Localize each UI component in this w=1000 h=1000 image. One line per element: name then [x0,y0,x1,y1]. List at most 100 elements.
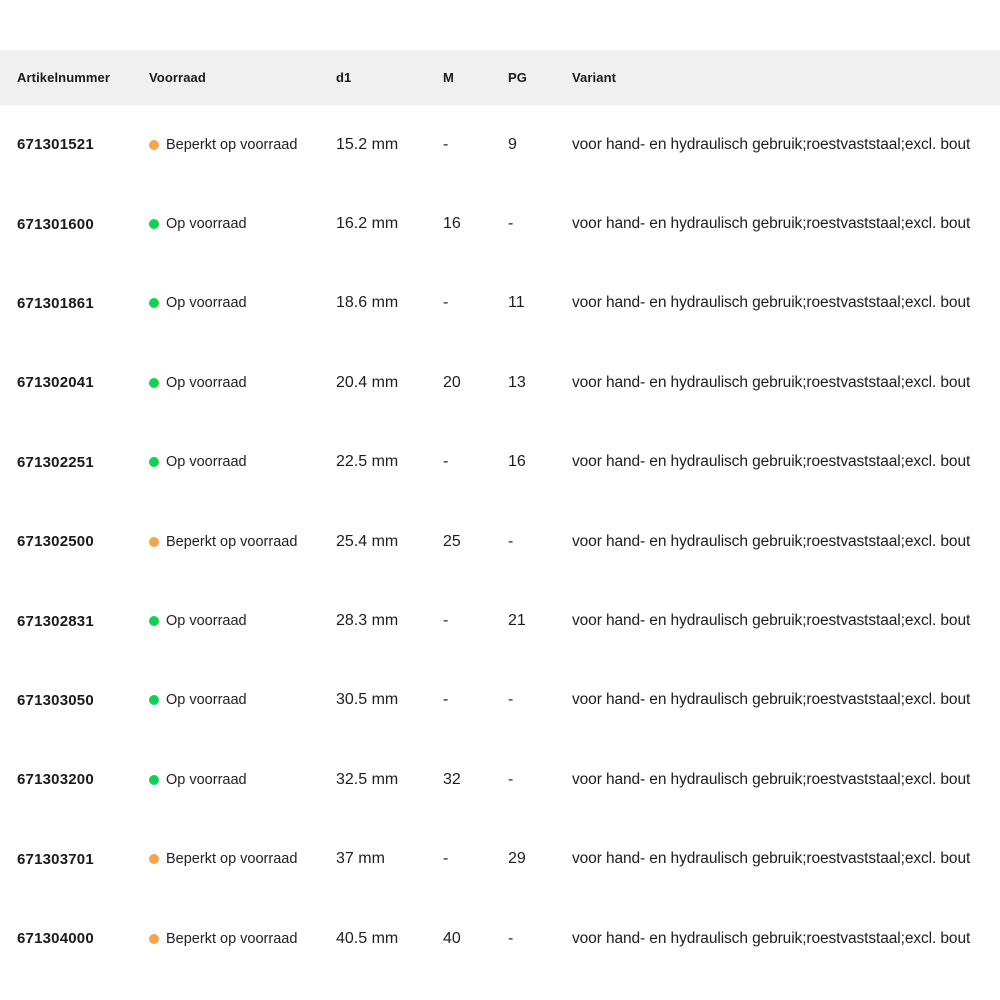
m-cell: - [443,691,508,709]
column-header-artikelnummer: Artikelnummer [17,70,149,85]
voorraad-cell: Beperkt op voorraad [149,931,336,947]
table-row[interactable]: 671304000 Beperkt op voorraad 40.5 mm 40… [0,899,1000,978]
artikelnummer-cell: 671301861 [17,295,149,312]
stock-status-icon [149,934,159,944]
table-row[interactable]: 671301600 Op voorraad 16.2 mm 16 - voor … [0,184,1000,263]
voorraad-cell: Op voorraad [149,295,336,311]
pg-cell: 29 [508,850,572,868]
voorraad-cell: Op voorraad [149,454,336,470]
artikelnummer-cell: 671301521 [17,136,149,153]
d1-cell: 18.6 mm [336,294,443,312]
stock-status-label: Op voorraad [166,692,247,708]
table-row[interactable]: 671301861 Op voorraad 18.6 mm - 11 voor … [0,264,1000,343]
m-cell: 32 [443,771,508,789]
table-row[interactable]: 671303701 Beperkt op voorraad 37 mm - 29… [0,820,1000,899]
variant-cell: voor hand- en hydraulisch gebruik;roestv… [572,136,1000,154]
table-row[interactable]: 671303200 Op voorraad 32.5 mm 32 - voor … [0,740,1000,819]
stock-status-label: Beperkt op voorraad [166,137,297,153]
artikelnummer-cell: 671302831 [17,613,149,630]
variant-cell: voor hand- en hydraulisch gebruik;roestv… [572,930,1000,948]
pg-cell: 9 [508,136,572,154]
m-cell: - [443,850,508,868]
column-header-voorraad: Voorraad [149,70,336,85]
column-header-d1: d1 [336,70,443,85]
variant-cell: voor hand- en hydraulisch gebruik;roestv… [572,215,1000,233]
pg-cell: - [508,533,572,551]
voorraad-cell: Op voorraad [149,613,336,629]
d1-cell: 30.5 mm [336,691,443,709]
d1-cell: 40.5 mm [336,930,443,948]
pg-cell: - [508,930,572,948]
variant-cell: voor hand- en hydraulisch gebruik;roestv… [572,771,1000,789]
pg-cell: - [508,215,572,233]
stock-status-label: Op voorraad [166,216,247,232]
table-row[interactable]: 671301521 Beperkt op voorraad 15.2 mm - … [0,105,1000,184]
m-cell: - [443,453,508,471]
stock-status-icon [149,854,159,864]
table-row[interactable]: 671302500 Beperkt op voorraad 25.4 mm 25… [0,502,1000,581]
stock-status-icon [149,537,159,547]
table-row[interactable]: 671302251 Op voorraad 22.5 mm - 16 voor … [0,423,1000,502]
stock-status-label: Op voorraad [166,295,247,311]
pg-cell: 11 [508,294,572,312]
stock-status-icon [149,616,159,626]
variant-cell: voor hand- en hydraulisch gebruik;roestv… [572,850,1000,868]
d1-cell: 16.2 mm [336,215,443,233]
d1-cell: 37 mm [336,850,443,868]
pg-cell: 21 [508,612,572,630]
pg-cell: - [508,691,572,709]
product-table: Artikelnummer Voorraad d1 M PG Variant 6… [0,50,1000,978]
voorraad-cell: Beperkt op voorraad [149,534,336,550]
voorraad-cell: Beperkt op voorraad [149,137,336,153]
d1-cell: 15.2 mm [336,136,443,154]
pg-cell: - [508,771,572,789]
table-row[interactable]: 671302831 Op voorraad 28.3 mm - 21 voor … [0,581,1000,660]
artikelnummer-cell: 671304000 [17,930,149,947]
voorraad-cell: Op voorraad [149,375,336,391]
pg-cell: 13 [508,374,572,392]
stock-status-label: Beperkt op voorraad [166,931,297,947]
m-cell: - [443,294,508,312]
variant-cell: voor hand- en hydraulisch gebruik;roestv… [572,533,1000,551]
stock-status-label: Op voorraad [166,613,247,629]
m-cell: 40 [443,930,508,948]
d1-cell: 25.4 mm [336,533,443,551]
column-header-m: M [443,70,508,85]
table-row[interactable]: 671303050 Op voorraad 30.5 mm - - voor h… [0,661,1000,740]
m-cell: 16 [443,215,508,233]
column-header-variant: Variant [572,70,1000,85]
stock-status-label: Beperkt op voorraad [166,534,297,550]
stock-status-icon [149,140,159,150]
artikelnummer-cell: 671301600 [17,216,149,233]
voorraad-cell: Beperkt op voorraad [149,851,336,867]
stock-status-icon [149,219,159,229]
column-header-pg: PG [508,70,572,85]
artikelnummer-cell: 671302041 [17,374,149,391]
d1-cell: 20.4 mm [336,374,443,392]
d1-cell: 32.5 mm [336,771,443,789]
variant-cell: voor hand- en hydraulisch gebruik;roestv… [572,374,1000,392]
voorraad-cell: Op voorraad [149,692,336,708]
m-cell: 25 [443,533,508,551]
artikelnummer-cell: 671303200 [17,771,149,788]
pg-cell: 16 [508,453,572,471]
artikelnummer-cell: 671302500 [17,533,149,550]
stock-status-icon [149,775,159,785]
artikelnummer-cell: 671303701 [17,851,149,868]
variant-cell: voor hand- en hydraulisch gebruik;roestv… [572,294,1000,312]
stock-status-icon [149,378,159,388]
table-header-row: Artikelnummer Voorraad d1 M PG Variant [0,50,1000,105]
stock-status-icon [149,457,159,467]
voorraad-cell: Op voorraad [149,772,336,788]
d1-cell: 22.5 mm [336,453,443,471]
variant-cell: voor hand- en hydraulisch gebruik;roestv… [572,612,1000,630]
artikelnummer-cell: 671303050 [17,692,149,709]
variant-cell: voor hand- en hydraulisch gebruik;roestv… [572,453,1000,471]
stock-status-label: Op voorraad [166,454,247,470]
table-row[interactable]: 671302041 Op voorraad 20.4 mm 20 13 voor… [0,343,1000,422]
m-cell: - [443,136,508,154]
m-cell: - [443,612,508,630]
m-cell: 20 [443,374,508,392]
variant-cell: voor hand- en hydraulisch gebruik;roestv… [572,691,1000,709]
stock-status-label: Op voorraad [166,772,247,788]
